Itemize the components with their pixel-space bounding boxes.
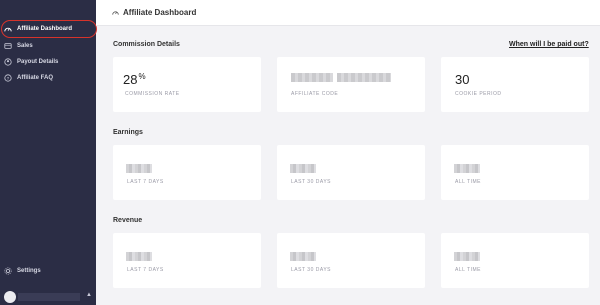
svg-text:?: ?	[7, 76, 10, 81]
metric-label: LAST 30 DAYS	[291, 267, 331, 273]
sidebar-item-label: Affiliate FAQ	[17, 75, 54, 81]
redacted-value	[126, 164, 152, 173]
revenue-card-all-time: ALL TIME	[441, 233, 589, 288]
revenue-card-last-7-days: LAST 7 DAYS	[113, 233, 261, 288]
sidebar-item-payout-details[interactable]: Payout Details	[4, 55, 58, 69]
page-title: Affiliate Dashboard	[123, 8, 197, 17]
commission-rate-card: 28% COMMISSION RATE	[113, 57, 261, 112]
redacted-value	[454, 164, 480, 173]
sidebar-item-affiliate-dashboard[interactable]: Affiliate Dashboard	[4, 22, 72, 36]
metric-label: LAST 7 DAYS	[127, 179, 164, 185]
sidebar: Affiliate Dashboard Sales Payout Details…	[0, 0, 96, 305]
affiliate-code-label: AFFILIATE CODE	[291, 91, 339, 97]
redacted-value	[126, 252, 152, 261]
revenue-section-title: Revenue	[113, 217, 143, 224]
earnings-card-last-7-days: LAST 7 DAYS	[113, 145, 261, 200]
chevron-up-icon[interactable]: ▲	[86, 292, 92, 298]
question-icon: ?	[4, 74, 12, 82]
gear-icon	[4, 267, 12, 275]
revenue-card-last-30-days: LAST 30 DAYS	[277, 233, 425, 288]
metric-label: LAST 7 DAYS	[127, 267, 164, 273]
earnings-card-all-time: ALL TIME	[441, 145, 589, 200]
cookie-period-value: 30	[455, 72, 470, 87]
sidebar-item-label: Payout Details	[17, 59, 59, 65]
sidebar-item-settings[interactable]: Settings	[4, 264, 41, 278]
cookie-period-label: COOKIE PERIOD	[455, 91, 502, 97]
commission-rate-value: 28%	[123, 72, 146, 87]
sidebar-item-affiliate-faq[interactable]: ? Affiliate FAQ	[4, 71, 53, 85]
redacted-value	[337, 73, 391, 82]
person-icon	[4, 58, 12, 66]
speedometer-icon	[4, 25, 12, 33]
commission-section-title: Commission Details	[113, 41, 180, 48]
metric-label: LAST 30 DAYS	[291, 179, 331, 185]
redacted-value	[290, 164, 316, 173]
redacted-value	[291, 73, 333, 82]
earnings-card-last-30-days: LAST 30 DAYS	[277, 145, 425, 200]
page-header: Affiliate Dashboard	[96, 0, 600, 26]
speedometer-icon	[112, 9, 119, 16]
redacted-value	[454, 252, 480, 261]
sidebar-item-label: Affiliate Dashboard	[17, 26, 73, 32]
sidebar-item-label: Sales	[17, 43, 33, 49]
metric-label: ALL TIME	[455, 179, 481, 185]
earnings-section-title: Earnings	[113, 129, 143, 136]
wallet-icon	[4, 42, 12, 50]
metric-label: ALL TIME	[455, 267, 481, 273]
commission-rate-label: COMMISSION RATE	[125, 91, 180, 97]
sidebar-item-sales[interactable]: Sales	[4, 39, 33, 53]
avatar[interactable]	[4, 291, 16, 303]
affiliate-code-card: AFFILIATE CODE	[277, 57, 425, 112]
payout-info-link[interactable]: When will I be paid out?	[509, 41, 589, 48]
user-name-redacted	[18, 293, 80, 301]
sidebar-item-label: Settings	[17, 268, 41, 274]
redacted-value	[290, 252, 316, 261]
cookie-period-card: 30 COOKIE PERIOD	[441, 57, 589, 112]
